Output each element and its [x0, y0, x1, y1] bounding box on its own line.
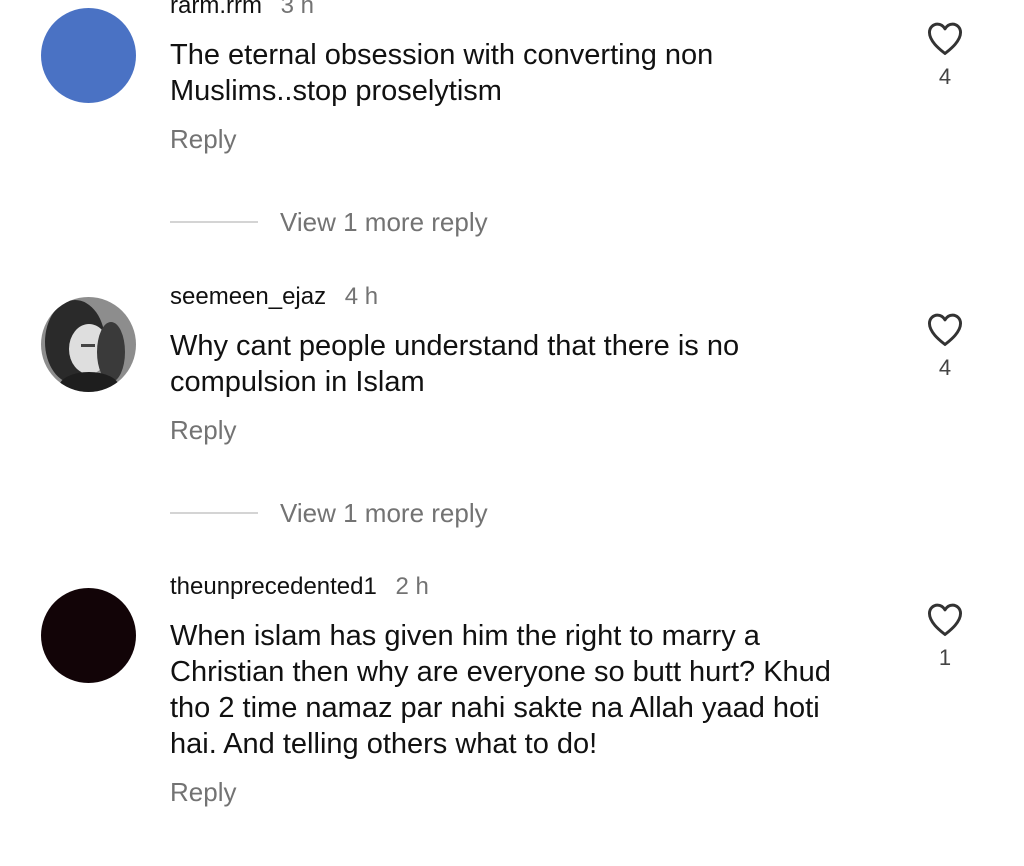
username[interactable]: rarm.rrm: [170, 0, 262, 19]
comment-meta: seemeen_ejaz 4 h: [170, 283, 378, 311]
comment-line: Christian then why are everyone so butt …: [170, 656, 831, 688]
timestamp: 2 h: [395, 573, 429, 600]
timestamp: 4 h: [344, 283, 379, 310]
comment-meta: theunprecedented1 2 h: [170, 573, 429, 601]
comment-line: tho 2 time namaz par nahi sakte na Allah…: [170, 692, 820, 724]
comment-line: Muslims..stop proselytism: [170, 75, 502, 107]
view-more-label: View 1 more reply: [280, 206, 488, 237]
comment-text: Why cant people understand that there is…: [170, 328, 890, 400]
like-count: 4: [938, 64, 952, 89]
comment-meta: rarm.rrm 3 h: [170, 0, 314, 20]
divider-line: [170, 221, 258, 223]
heart-icon: [927, 603, 963, 637]
divider-line: [170, 512, 258, 514]
comment-line: hai. And telling others what to do!: [170, 728, 598, 760]
like-count: 1: [938, 645, 952, 670]
comment-line: compulsion in Islam: [170, 366, 425, 398]
view-more-label: View 1 more reply: [280, 497, 488, 528]
username[interactable]: theunprecedented1: [170, 573, 377, 600]
reply-button[interactable]: Reply: [170, 124, 236, 155]
timestamp: 3 h: [280, 0, 315, 19]
avatar[interactable]: [41, 297, 136, 392]
comment-text: When islam has given him the right to ma…: [170, 618, 890, 762]
profile-photo: [41, 297, 136, 392]
reply-button[interactable]: Reply: [170, 415, 236, 446]
reply-button[interactable]: Reply: [170, 777, 236, 808]
view-more-replies-button[interactable]: View 1 more reply: [170, 493, 488, 533]
comment-line: Why cant people understand that there is…: [170, 330, 740, 362]
comment-text: The eternal obsession with converting no…: [170, 37, 890, 109]
heart-icon: [927, 313, 963, 347]
heart-icon: [927, 22, 963, 56]
avatar[interactable]: [41, 8, 136, 103]
view-more-replies-button[interactable]: View 1 more reply: [170, 202, 488, 242]
like-button[interactable]: 4: [918, 311, 972, 381]
comment-line: The eternal obsession with converting no…: [170, 39, 714, 71]
username[interactable]: seemeen_ejaz: [170, 283, 326, 310]
like-button[interactable]: 4: [918, 20, 972, 90]
like-count: 4: [938, 355, 952, 380]
like-button[interactable]: 1: [918, 601, 972, 671]
avatar[interactable]: [41, 588, 136, 683]
comment-line: When islam has given him the right to ma…: [170, 620, 760, 652]
